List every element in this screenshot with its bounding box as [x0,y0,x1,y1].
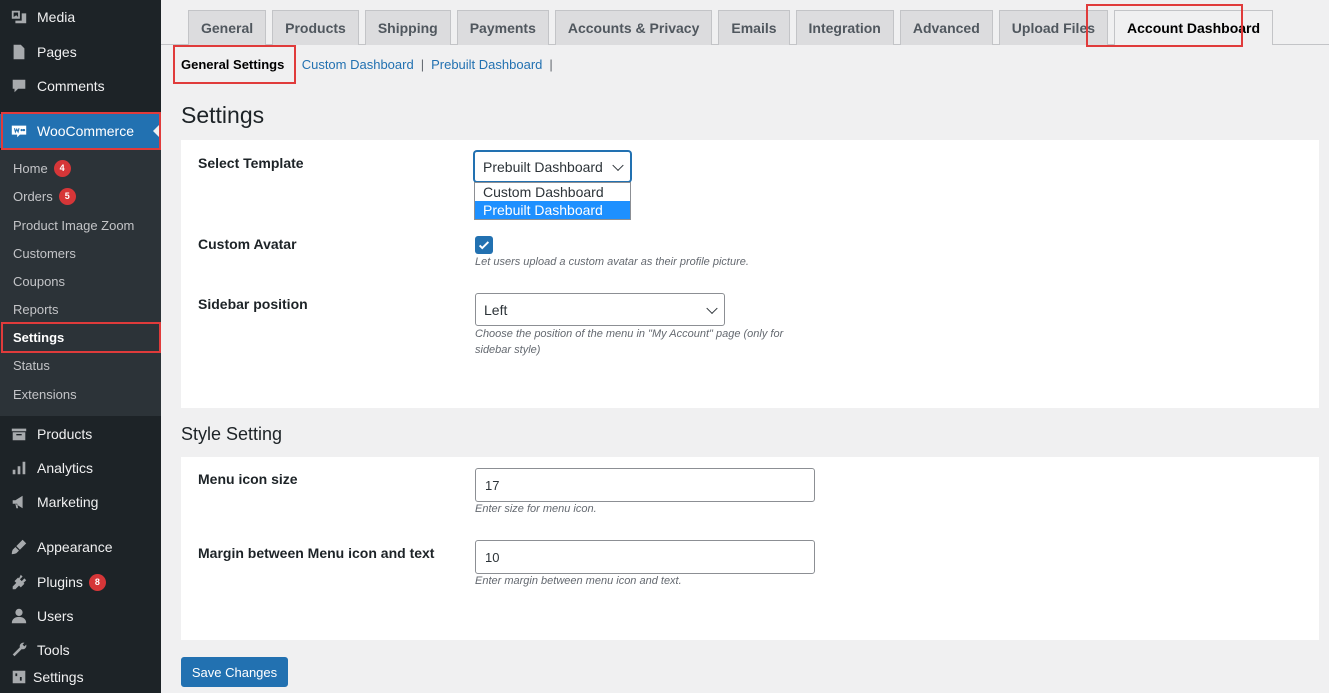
submenu-item-product-image-zoom[interactable]: Product Image Zoom [13,215,134,235]
main-content: General Products Shipping Payments Accou… [161,0,1329,693]
menu-item-label: Tools [37,642,70,658]
woocommerce-submenu: Home 4 Orders 5 Product Image Zoom Custome… [0,150,161,416]
margin-input[interactable]: 10 [475,540,815,574]
checkmark-icon [478,241,490,250]
tab-products[interactable]: Products [272,10,359,45]
users-icon [10,607,28,625]
chevron-down-icon [612,159,624,171]
label-custom-avatar: Custom Avatar [198,236,297,252]
label-margin-menu-icon-text: Margin between Menu icon and text [198,545,435,561]
submenu-item-customers[interactable]: Customers [13,243,76,263]
section-title-style-setting: Style Setting [181,424,283,444]
woocommerce-icon [10,122,28,140]
style-panel: Menu icon size 17 Enter size for menu ic… [181,457,1319,640]
tab-account-dashboard[interactable]: Account Dashboard [1114,10,1274,45]
option-custom-dashboard[interactable]: Custom Dashboard [475,183,630,201]
menu-item-label: Analytics [37,460,94,476]
select-template-dropdown[interactable]: Prebuilt Dashboard [474,151,631,182]
admin-sidebar: Media Pages Comments WooCommerce Home 4 O… [0,0,161,693]
submenu-item-home[interactable]: Home 4 [13,158,71,178]
select-template-options: Custom Dashboard Prebuilt Dashboard [474,182,631,220]
menu-item-media[interactable]: Media [0,0,161,34]
menu-item-label: Products [37,426,93,442]
marketing-icon [10,493,28,511]
margin-description: Enter margin between menu icon and text. [475,575,682,587]
plugins-icon [10,573,28,591]
notification-badge: 4 [53,159,71,177]
products-icon [10,425,28,443]
settings-panel: Select Template Prebuilt Dashboard Custo… [181,140,1319,408]
tab-accounts-privacy[interactable]: Accounts & Privacy [554,10,713,45]
menu-item-comments[interactable]: Comments [0,69,161,103]
subnav-prebuilt-dashboard[interactable]: Prebuilt Dashboard [431,57,542,72]
comments-icon [10,77,28,95]
tab-emails[interactable]: Emails [718,10,790,45]
menu-item-products[interactable]: Products [0,417,161,451]
pages-icon [10,43,28,61]
menu-item-label: WooCommerce [37,123,134,139]
menu-item-label: Marketing [37,494,99,510]
settings-icon [10,668,28,686]
menu-item-label: Media [37,9,76,25]
label-menu-icon-size: Menu icon size [198,471,298,487]
menu-item-label: Comments [37,78,105,94]
subnav-general-settings[interactable]: General Settings [181,57,284,72]
menu-item-settings[interactable]: Settings [0,660,161,693]
subnav-separator: | [549,56,553,72]
sidebar-position-description: Choose the position of the menu in "My A… [475,328,784,356]
settings-tabs: General Products Shipping Payments Accou… [188,10,1274,45]
subnav-custom-dashboard[interactable]: Custom Dashboard [302,57,414,72]
submenu-item-status[interactable]: Status [13,355,50,375]
custom-avatar-description: Let users upload a custom avatar as thei… [475,256,749,268]
save-changes-button[interactable]: Save Changes [181,657,288,687]
menu-item-analytics[interactable]: Analytics [0,451,161,485]
section-title-settings: Settings [181,102,265,128]
media-icon [10,8,28,26]
menu-item-plugins[interactable]: Plugins 8 [0,565,161,599]
menu-item-label: Plugins [37,574,83,590]
tab-shipping[interactable]: Shipping [364,10,451,45]
submenu-item-reports[interactable]: Reports [13,299,59,319]
menu-icon-size-description: Enter size for menu icon. [475,503,597,515]
submenu-item-coupons[interactable]: Coupons [13,271,65,291]
menu-item-label: Appearance [37,539,113,555]
subsubsub-nav: General Settings | Custom Dashboard | Pr… [181,55,560,73]
menu-item-label: Pages [37,44,77,60]
tools-icon [10,641,28,659]
tab-advanced[interactable]: Advanced [899,10,993,45]
notification-badge: 8 [88,573,106,591]
menu-icon-size-input[interactable]: 17 [475,468,815,502]
menu-item-label: Settings [33,668,84,685]
menu-item-marketing[interactable]: Marketing [0,485,161,519]
appearance-icon [10,538,28,556]
tab-general[interactable]: General [188,10,267,45]
subnav-separator: | [420,56,425,72]
chevron-down-icon [706,302,718,314]
menu-item-pages[interactable]: Pages [0,35,161,69]
submenu-item-orders[interactable]: Orders 5 [13,186,76,206]
label-select-template: Select Template [198,155,304,171]
notification-badge: 5 [58,187,76,205]
current-menu-arrow [153,123,161,139]
menu-item-users[interactable]: Users [0,599,161,633]
tab-integration[interactable]: Integration [795,10,894,45]
analytics-icon [10,459,28,477]
menu-item-woocommerce[interactable]: WooCommerce [0,114,161,148]
submenu-item-extensions[interactable]: Extensions [13,384,77,404]
submenu-item-settings[interactable]: Settings [13,327,64,347]
menu-item-appearance[interactable]: Appearance [0,530,161,564]
custom-avatar-checkbox[interactable] [475,236,493,254]
sidebar-position-select[interactable]: Left [475,293,725,326]
select-template-value: Prebuilt Dashboard [483,158,603,175]
sidebar-position-value: Left [484,301,508,318]
tab-upload-files[interactable]: Upload Files [998,10,1109,45]
menu-item-label: Users [37,608,74,624]
tab-payments[interactable]: Payments [456,10,549,45]
option-prebuilt-dashboard[interactable]: Prebuilt Dashboard [475,201,630,219]
label-sidebar-position: Sidebar position [198,296,308,312]
